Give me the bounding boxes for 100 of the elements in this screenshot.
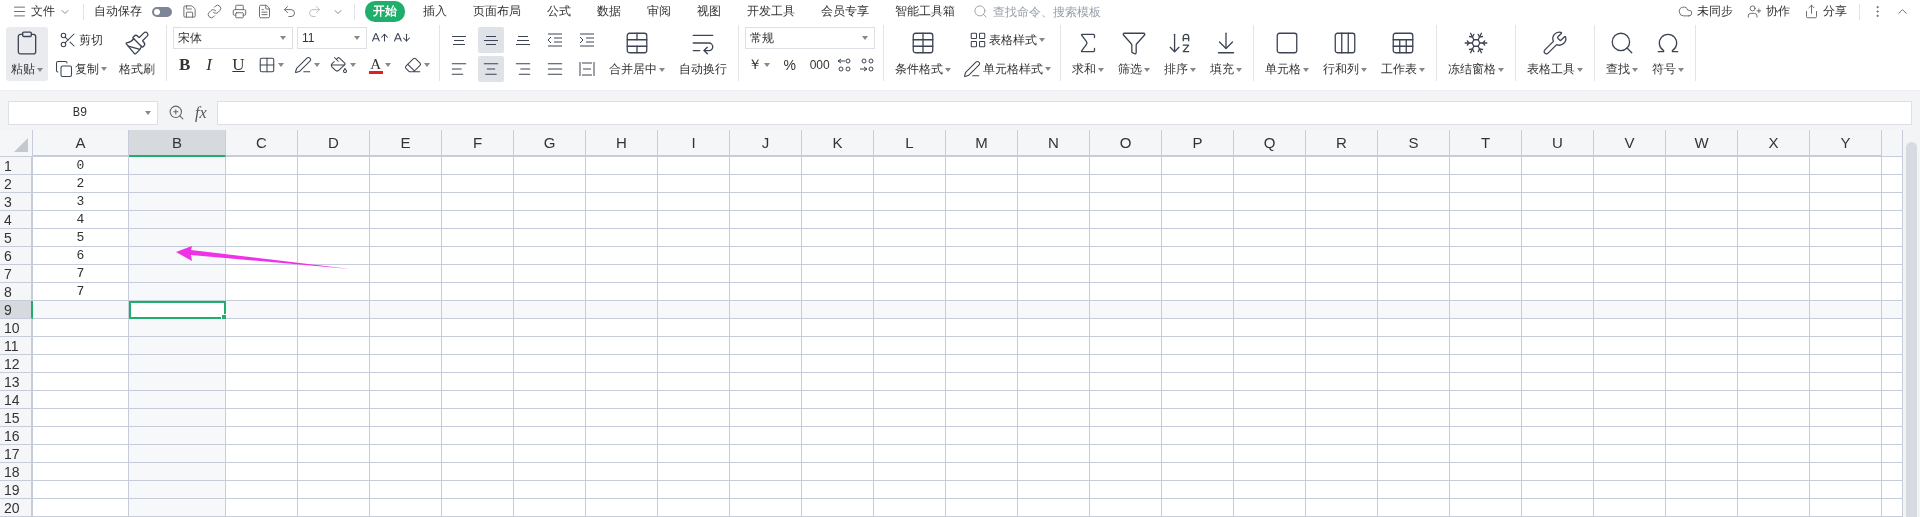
align-button[interactable] xyxy=(477,56,504,83)
ribbon-tab[interactable]: 智能工具箱 xyxy=(887,1,963,23)
document-icon[interactable] xyxy=(257,4,272,20)
font-size-select[interactable]: 11 xyxy=(297,27,367,50)
column-header[interactable]: A xyxy=(33,130,129,157)
fill-button[interactable]: 填充 xyxy=(1204,27,1247,82)
currency-button[interactable]: ￥ xyxy=(744,52,773,79)
search-field[interactable]: 查找命令、搜索模板 xyxy=(973,3,1115,20)
column-header[interactable]: R xyxy=(1306,130,1378,157)
cut-button[interactable]: 剪切 xyxy=(52,27,110,54)
wrap-text-button[interactable]: 自动换行 xyxy=(673,27,732,82)
save-icon[interactable] xyxy=(182,4,197,20)
printer-icon[interactable] xyxy=(232,4,247,20)
zoom-icon[interactable] xyxy=(168,104,185,122)
undo-icon[interactable] xyxy=(282,4,297,20)
merge-center-button[interactable]: 合并居中 xyxy=(603,27,670,82)
ribbon-tab[interactable]: 视图 xyxy=(689,1,729,23)
column-header[interactable]: V xyxy=(1594,130,1666,157)
number-format-select[interactable]: 常规 xyxy=(744,27,875,50)
column-header[interactable]: M xyxy=(946,130,1018,157)
cell-style-button[interactable]: 单元格样式 xyxy=(959,56,1054,83)
column-header[interactable]: Y xyxy=(1810,130,1882,157)
column-header[interactable]: G xyxy=(514,130,586,157)
ribbon-tab[interactable]: 数据 xyxy=(589,1,629,23)
conditional-format-button[interactable]: 条件格式 xyxy=(889,27,956,82)
align-button[interactable] xyxy=(477,27,504,54)
column-header[interactable]: P xyxy=(1162,130,1234,157)
row-header[interactable]: 9 xyxy=(0,301,33,319)
column-header[interactable]: Q xyxy=(1234,130,1306,157)
row-header[interactable]: 1 xyxy=(0,157,33,175)
paste-button[interactable]: 粘贴 xyxy=(6,27,48,82)
italic-button[interactable]: I xyxy=(200,52,223,79)
autosave-toggle[interactable] xyxy=(152,6,172,17)
row-header[interactable]: 7 xyxy=(0,265,33,283)
column-header[interactable]: S xyxy=(1378,130,1450,157)
ribbon-tab[interactable]: 公式 xyxy=(539,1,579,23)
format-painter-button[interactable]: 格式刷 xyxy=(114,27,160,82)
row-header[interactable]: 16 xyxy=(0,427,33,445)
column-header[interactable]: H xyxy=(586,130,658,157)
decrease-decimal-icon[interactable] xyxy=(858,57,877,74)
percent-button[interactable]: % xyxy=(776,52,803,79)
row-header[interactable]: 20 xyxy=(0,499,33,517)
column-header[interactable]: I xyxy=(658,130,730,157)
filter-button[interactable]: 筛选 xyxy=(1112,27,1155,82)
row-header[interactable]: 3 xyxy=(0,193,33,211)
link-icon[interactable] xyxy=(207,4,222,20)
row-header[interactable]: 14 xyxy=(0,391,33,409)
row-header[interactable]: 13 xyxy=(0,373,33,391)
find-button[interactable]: 查找 xyxy=(1600,27,1643,82)
row-header[interactable]: 11 xyxy=(0,337,33,355)
ribbon-tab[interactable]: 审阅 xyxy=(639,1,679,23)
ribbon-tab[interactable]: 页面布局 xyxy=(465,1,529,23)
table-tools-button[interactable]: 表格工具 xyxy=(1521,27,1588,82)
row-header[interactable]: 12 xyxy=(0,355,33,373)
active-cell[interactable] xyxy=(129,301,226,319)
row-header[interactable]: 5 xyxy=(0,229,33,247)
column-header[interactable]: J xyxy=(730,130,802,157)
bold-button[interactable]: B xyxy=(173,52,197,79)
formula-input[interactable] xyxy=(216,100,1912,125)
ribbon-tab[interactable]: 插入 xyxy=(415,1,455,23)
column-header[interactable]: X xyxy=(1738,130,1810,157)
column-header[interactable]: L xyxy=(874,130,946,157)
underline-button[interactable]: U xyxy=(226,52,251,79)
row-header[interactable]: 19 xyxy=(0,481,33,499)
scrollbar[interactable] xyxy=(1903,130,1920,517)
row-header[interactable]: 6 xyxy=(0,247,33,265)
function-label[interactable]: fx xyxy=(195,103,207,122)
ribbon-tab[interactable]: 开发工具 xyxy=(739,1,803,23)
column-header[interactable]: F xyxy=(442,130,514,157)
worksheet-button[interactable]: 工作表 xyxy=(1375,27,1430,82)
column-header[interactable]: O xyxy=(1090,130,1162,157)
column-header[interactable]: N xyxy=(1018,130,1090,157)
column-header[interactable]: T xyxy=(1450,130,1522,157)
thousands-button[interactable]: 000 xyxy=(806,52,833,79)
row-header[interactable]: 10 xyxy=(0,319,33,337)
row-header[interactable]: 18 xyxy=(0,463,33,481)
column-header[interactable]: B xyxy=(129,130,226,157)
column-header[interactable]: K xyxy=(802,130,874,157)
ribbon-tab[interactable]: 会员专享 xyxy=(813,1,877,23)
symbol-button[interactable]: 符号 xyxy=(1646,27,1689,82)
row-header[interactable]: 2 xyxy=(0,175,33,193)
cell-button[interactable]: 单元格 xyxy=(1259,27,1314,82)
row-header[interactable]: 4 xyxy=(0,211,33,229)
collaborate-button[interactable]: 协作 xyxy=(1745,1,1792,23)
share-button[interactable]: 分享 xyxy=(1802,1,1849,23)
sort-button[interactable]: 排序 xyxy=(1158,27,1201,82)
column-header[interactable]: C xyxy=(226,130,298,157)
font-color-button[interactable]: A xyxy=(362,52,397,79)
column-header[interactable]: U xyxy=(1522,130,1594,157)
freeze-panes-button[interactable]: 冻结窗格 xyxy=(1442,27,1509,82)
font-name-select[interactable]: 宋体 xyxy=(173,27,293,50)
table-style-button[interactable]: 表格样式 xyxy=(959,27,1054,54)
column-header[interactable]: D xyxy=(298,130,370,157)
column-header[interactable]: E xyxy=(370,130,442,157)
name-box[interactable]: B9 xyxy=(8,100,158,125)
row-header[interactable]: 15 xyxy=(0,409,33,427)
copy-button[interactable]: 复制 xyxy=(52,56,110,83)
row-column-button[interactable]: 行和列 xyxy=(1317,27,1372,82)
sum-button[interactable]: 求和 xyxy=(1066,27,1109,82)
file-menu[interactable]: 文件 xyxy=(10,1,73,23)
